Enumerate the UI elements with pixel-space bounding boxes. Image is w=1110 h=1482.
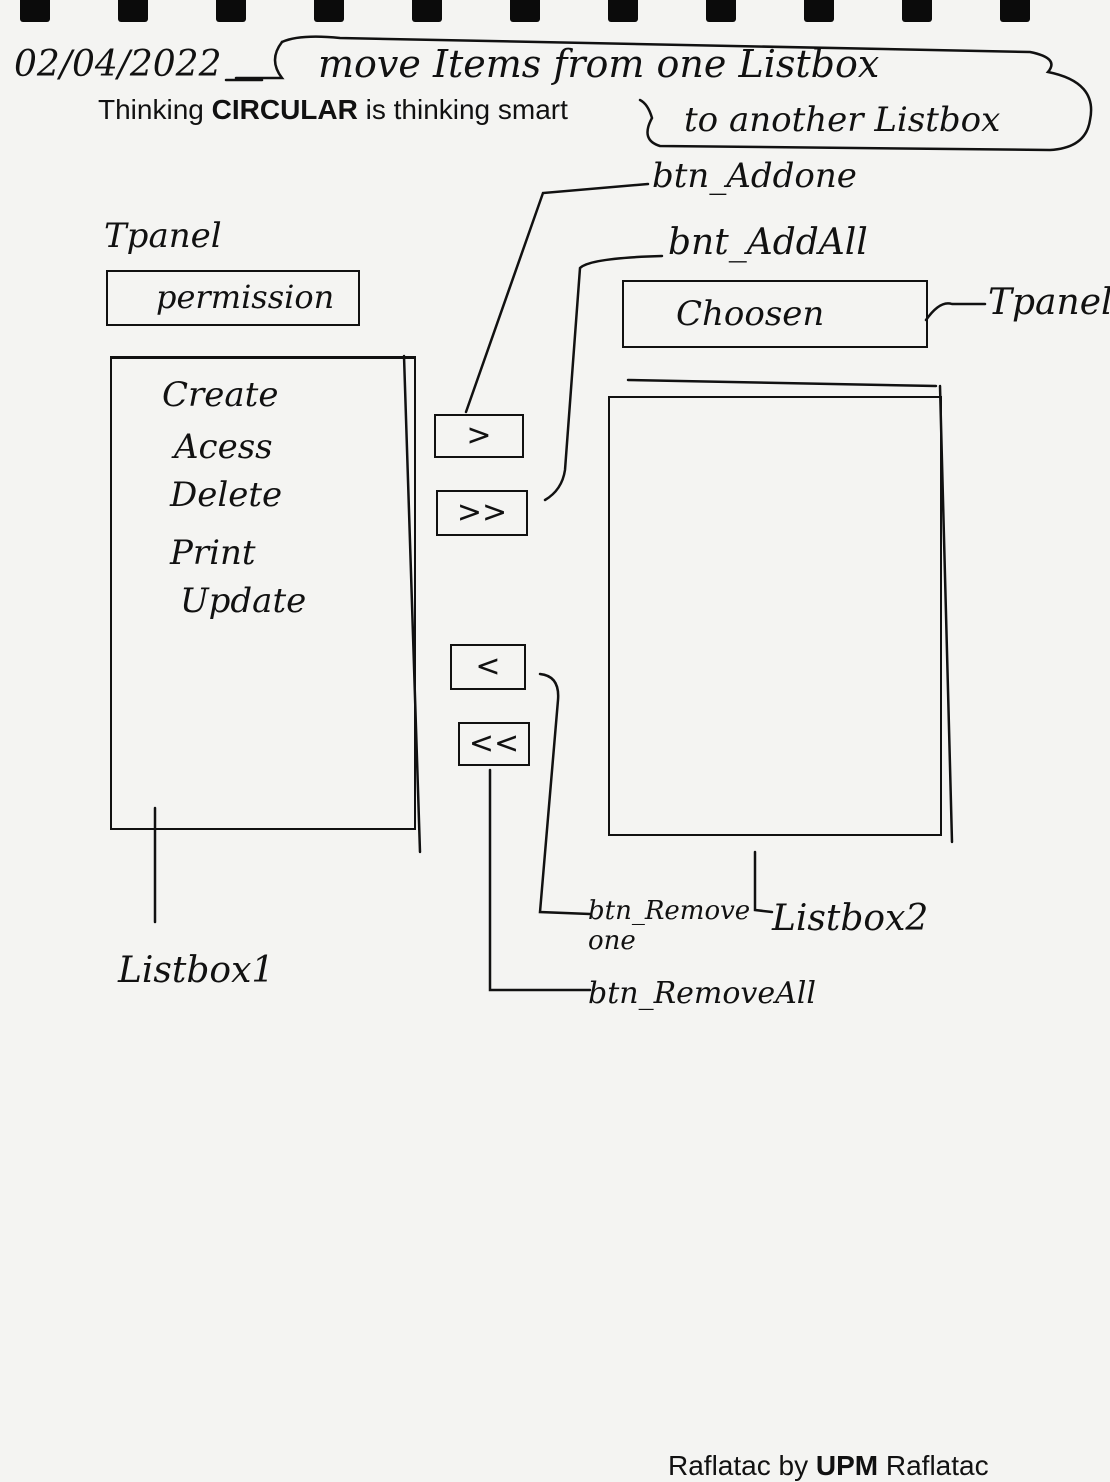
tagline-prefix: Thinking xyxy=(98,94,212,125)
list-item[interactable]: Create xyxy=(162,375,278,415)
tagline-bold: CIRCULAR xyxy=(211,94,358,125)
list-item[interactable]: Print xyxy=(170,533,256,573)
add-all-label: bnt_AddAll xyxy=(668,222,868,263)
remove-one-button[interactable]: < xyxy=(450,644,526,690)
tagline-suffix: is thinking smart xyxy=(357,94,568,125)
listbox1[interactable]: Create Acess Delete Print Update xyxy=(110,356,416,830)
footer-brand-suffix: Raflatac xyxy=(878,1450,989,1481)
add-one-button[interactable]: > xyxy=(434,414,524,458)
listbox1-label: Listbox1 xyxy=(118,950,275,991)
list-item[interactable]: Delete xyxy=(170,475,282,515)
footer-brand-prefix: Raflatac by xyxy=(668,1450,816,1481)
left-tpanel-label: Tpanel xyxy=(104,216,222,256)
left-tpanel-caption: permission xyxy=(156,278,335,316)
remove-all-label: btn_RemoveAll xyxy=(588,976,816,1011)
title-line-1: move Items from one Listbox xyxy=(318,42,880,86)
listbox2-label: Listbox2 xyxy=(772,898,929,939)
footer-brand: Raflatac by UPM Raflatac xyxy=(668,1450,989,1482)
footer-brand-bold: UPM xyxy=(815,1450,879,1481)
right-tpanel: Choosen xyxy=(622,280,928,348)
remove-all-button[interactable]: << xyxy=(458,722,530,766)
right-tpanel-pointer xyxy=(924,302,987,322)
left-tpanel: permission xyxy=(106,270,360,326)
listbox2[interactable] xyxy=(608,396,942,836)
date-text: 02/04/2022 xyxy=(14,44,222,85)
printed-tagline: Thinking CIRCULAR is thinking smart xyxy=(98,94,568,126)
right-tpanel-caption: Choosen xyxy=(676,294,825,334)
listbox2-top-edge xyxy=(626,378,938,388)
title-line-2: to another Listbox xyxy=(684,100,1001,140)
right-tpanel-label: Tpanel xyxy=(988,282,1110,323)
removeall-connector xyxy=(488,768,592,992)
list-item[interactable]: Update xyxy=(180,581,306,621)
remove-one-label: btn_Remove one xyxy=(588,896,751,956)
title-bubble-tail xyxy=(234,40,285,80)
addone-connector xyxy=(464,182,650,414)
list-item[interactable]: Acess xyxy=(174,427,273,467)
removeone-connector xyxy=(538,672,592,916)
add-one-label: btn_Addone xyxy=(652,156,857,196)
add-all-button[interactable]: >> xyxy=(436,490,528,536)
